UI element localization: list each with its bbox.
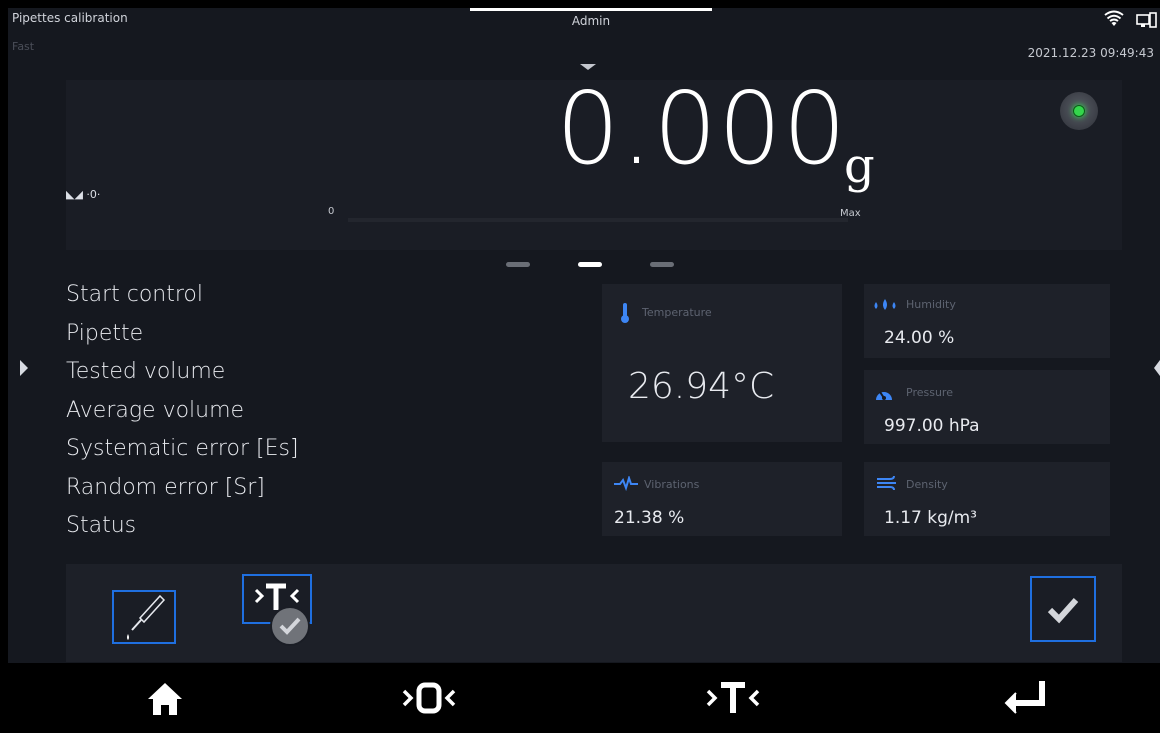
zero-icon [402, 682, 456, 714]
temperature-value: 26.94°C [628, 366, 775, 407]
pressure-label: Pressure [906, 386, 953, 399]
tare-button[interactable] [688, 673, 778, 723]
temperature-label: Temperature [642, 306, 712, 319]
zero-status-indicator: ◣◢ ·0· [66, 188, 101, 201]
air-density-wind-icon [877, 475, 896, 491]
vibrations-label: Vibrations [644, 478, 700, 491]
humidity-drops-icon [874, 299, 896, 310]
zero-button[interactable] [384, 673, 474, 723]
bargraph-max-label: Max [840, 208, 861, 219]
app-title: Pipettes calibration [12, 11, 128, 25]
confirm-button[interactable] [1030, 576, 1096, 642]
level-ok-led-icon [1073, 105, 1085, 117]
info-item-start-control: Start control [66, 282, 203, 307]
weight-value: 0.000 [556, 70, 848, 187]
home-icon [148, 683, 182, 715]
app-screen: Pipettes calibration Fast Admin 2021.12.… [8, 8, 1160, 733]
density-tile: Density 1.17 kg/m³ [864, 462, 1110, 536]
page-indicator [506, 262, 676, 272]
action-bar [66, 564, 1122, 662]
vibrations-icon [614, 476, 638, 492]
humidity-tile: Humidity 24.00 % [864, 284, 1110, 358]
mode-label: Fast [12, 40, 35, 53]
home-button[interactable] [120, 673, 210, 723]
temperature-tile: Temperature 26.94°C [602, 284, 842, 442]
info-item-random-error: Random error [Sr] [66, 474, 265, 500]
enter-button[interactable] [984, 673, 1074, 723]
page-dot[interactable] [506, 262, 530, 267]
page-dot-active[interactable] [578, 262, 602, 267]
bargraph [348, 218, 848, 222]
pressure-tile: Pressure 997.00 hPa [864, 370, 1110, 444]
info-item-tested-volume: Tested volume [66, 359, 226, 384]
pipette-button[interactable] [112, 590, 176, 644]
vibrations-value: 21.38 % [614, 508, 685, 528]
weight-unit: g [844, 138, 875, 194]
humidity-value: 24.00 % [884, 328, 955, 348]
humidity-label: Humidity [906, 298, 956, 311]
info-list: Start control Pipette Tested volume Aver… [66, 276, 516, 546]
bottom-navigation [8, 663, 1160, 733]
info-item-status: Status [66, 513, 137, 538]
tare-done-check-icon [270, 606, 310, 646]
check-icon [1047, 597, 1079, 624]
level-indicator[interactable] [1060, 92, 1098, 130]
density-label: Density [906, 478, 948, 491]
page-dot[interactable] [650, 262, 674, 267]
pressure-value: 997.00 hPa [884, 416, 980, 436]
enter-icon [1004, 681, 1045, 714]
wifi-icon [1104, 10, 1124, 26]
info-item-average-volume: Average volume [66, 397, 245, 423]
right-panel-arrow-icon[interactable] [1154, 360, 1160, 376]
info-item-pipette: Pipette [66, 320, 144, 346]
computer-connection-icon [1136, 12, 1157, 28]
left-panel-arrow-icon[interactable] [20, 360, 28, 376]
pressure-gauge-icon [876, 391, 892, 400]
tare-icon [706, 682, 760, 713]
pipette-icon [127, 594, 166, 640]
user-tab[interactable]: Admin [470, 8, 712, 33]
bargraph-min-label: 0 [328, 206, 335, 217]
datetime: 2021.12.23 09:49:43 [1027, 46, 1154, 60]
density-value: 1.17 kg/m³ [884, 508, 977, 528]
vibrations-tile: Vibrations 21.38 % [602, 462, 842, 536]
info-item-systematic-error: Systematic error [Es] [66, 436, 299, 461]
thermometer-icon [621, 303, 629, 323]
